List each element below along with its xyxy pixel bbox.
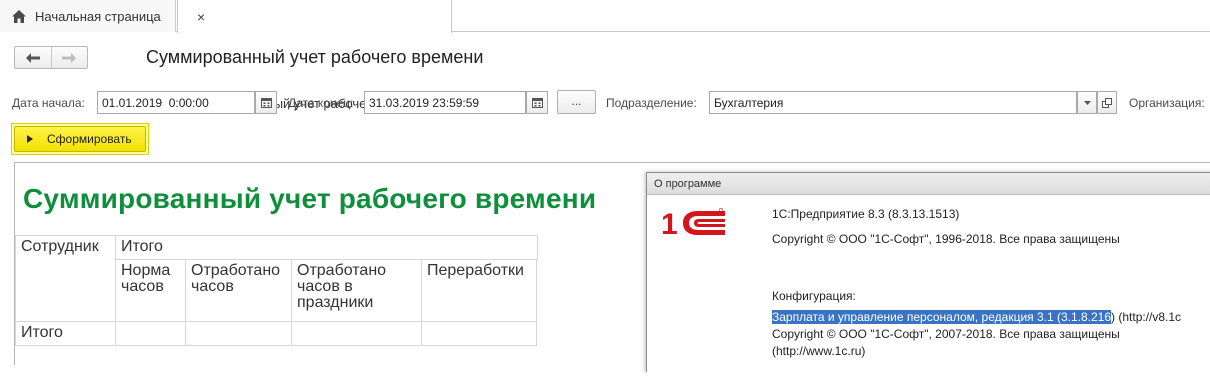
tab-home-label: Начальная страница (35, 8, 161, 24)
header-holiday-hours[interactable]: Отработано часов в праздники (291, 259, 422, 322)
report-table: Сотрудник Итого Норма часов Отработано ч… (15, 235, 538, 346)
about-dialog-title[interactable]: О программе (647, 173, 1210, 195)
start-date-field[interactable]: 01.01.2019 0:00:00 (97, 91, 255, 114)
close-icon[interactable]: × (197, 9, 205, 25)
department-label: Подразделение: (606, 96, 697, 110)
about-config-copyright: Copyright © ООО "1С-Софт", 2007-2018. Вс… (772, 327, 1120, 341)
table-row: Сотрудник Итого (15, 235, 538, 322)
arrow-left-icon (25, 52, 40, 63)
start-date-label: Дата начала: (12, 96, 85, 110)
header-overtime[interactable]: Переработки (421, 259, 537, 322)
end-date-label: Дата конец: (288, 96, 354, 110)
back-button[interactable] (15, 47, 51, 68)
generate-button[interactable]: Сформировать (14, 126, 146, 152)
arrow-right-icon (62, 52, 77, 63)
about-dialog: О программе 1 1С:Предприятие 8.3 (8.3.13… (646, 172, 1210, 376)
home-icon (12, 9, 26, 23)
about-platform-copyright: Copyright © ООО "1С-Софт", 1996-2018. Вс… (772, 232, 1120, 246)
about-config-name[interactable]: Зарплата и управление персоналом, редакц… (772, 310, 1112, 324)
about-dialog-body: 1 1С:Предприятие 8.3 (8.3.13.1513) Copyr… (647, 196, 1210, 376)
tab-home[interactable]: Начальная страница (0, 0, 176, 32)
svg-text:1: 1 (661, 208, 678, 238)
generate-button-frame: Сформировать (11, 123, 149, 155)
department-dropdown-button[interactable] (1077, 91, 1097, 114)
end-date-field[interactable]: 31.03.2019 23:59:59 (364, 91, 526, 114)
tab-report[interactable]: Суммированный учет рабочего времени × (177, 0, 452, 111)
about-config-label: Конфигурация: (772, 289, 856, 303)
organization-label: Организация: (1129, 96, 1205, 110)
department-open-button[interactable] (1097, 91, 1117, 114)
about-site-link[interactable]: (http://www.1c.ru) (772, 344, 865, 358)
forward-button[interactable] (50, 47, 88, 68)
play-icon (27, 135, 33, 143)
history-nav (14, 46, 88, 69)
about-config-url[interactable]: ) (http://v8.1c (1111, 310, 1181, 324)
header-worked-hours[interactable]: Отработано часов (185, 259, 292, 322)
total-holiday-cell[interactable] (291, 321, 422, 346)
header-total-group[interactable]: Итого (115, 235, 538, 260)
header-norm-hours[interactable]: Норма часов (115, 259, 186, 322)
1c-logo: 1 (661, 208, 725, 238)
about-config-line: Зарплата и управление персоналом, редакц… (772, 310, 1181, 324)
generate-button-label: Сформировать (47, 132, 132, 146)
end-date-calendar-button[interactable] (526, 91, 548, 114)
tab-bar: Начальная страница Суммированный учет ра… (0, 0, 1210, 111)
total-overtime-cell[interactable] (421, 321, 537, 346)
start-date-calendar-button[interactable] (255, 91, 277, 114)
calendar-icon (531, 98, 543, 108)
total-row-label[interactable]: Итого (15, 321, 116, 346)
department-field[interactable]: Бухгалтерия (709, 91, 1077, 114)
total-norm-cell[interactable] (115, 321, 186, 346)
page-title: Суммированный учет рабочего времени (146, 47, 484, 67)
period-select-button[interactable]: ... (557, 90, 596, 114)
calendar-icon (260, 98, 272, 108)
chevron-down-icon (1083, 100, 1091, 105)
total-worked-cell[interactable] (185, 321, 292, 346)
open-form-icon (1102, 97, 1112, 108)
header-employee[interactable]: Сотрудник (15, 235, 116, 322)
report-title: Суммированный учет рабочего времени (23, 183, 597, 214)
about-product: 1С:Предприятие 8.3 (8.3.13.1513) (772, 207, 960, 221)
table-row: Итого (15, 321, 537, 346)
